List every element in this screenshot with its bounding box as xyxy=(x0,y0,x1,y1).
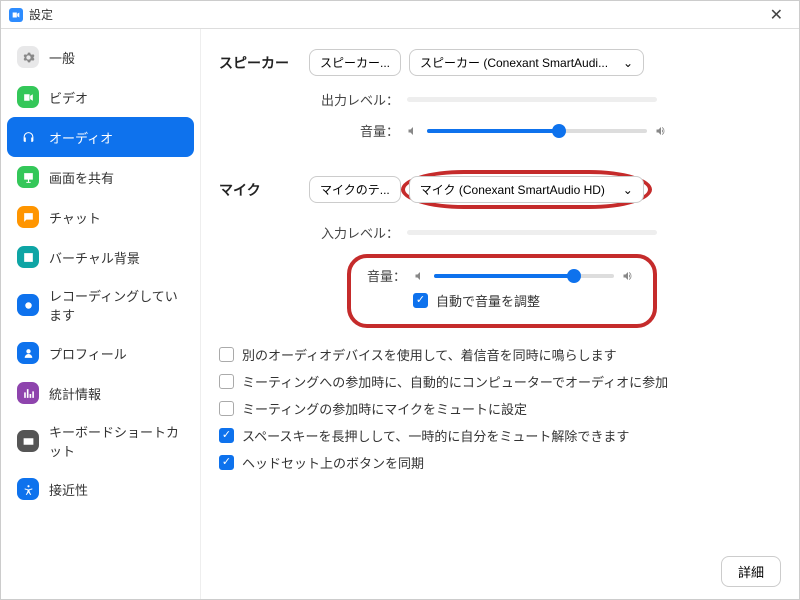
mic-volume-highlight-box: 音量： 自動で音量を調整 xyxy=(347,254,657,328)
volume-low-icon xyxy=(414,270,426,282)
chevron-down-icon: ⌄ xyxy=(623,56,633,70)
option-row-1: ミーティングへの参加時に、自動的にコンピューターでオーディオに参加 xyxy=(219,372,781,391)
virtual-bg-icon xyxy=(17,246,39,268)
headphones-icon xyxy=(17,126,39,148)
sidebar-item-label: 一般 xyxy=(49,48,75,67)
record-icon xyxy=(17,294,39,316)
sidebar-item-label: プロフィール xyxy=(49,344,127,363)
option-row-2: ミーティングの参加時にマイクをミュートに設定 xyxy=(219,399,781,418)
accessibility-icon xyxy=(17,478,39,500)
share-icon xyxy=(17,166,39,188)
input-level-meter xyxy=(407,230,657,235)
input-level-label: 入力レベル： xyxy=(309,223,399,242)
sidebar-item-1[interactable]: ビデオ xyxy=(7,77,194,117)
test-mic-button[interactable]: マイクのテ... xyxy=(309,176,401,203)
option-checkbox-4[interactable] xyxy=(219,455,234,470)
volume-high-icon xyxy=(622,270,634,282)
sidebar-item-5[interactable]: バーチャル背景 xyxy=(7,237,194,277)
sidebar-item-label: キーボードショートカット xyxy=(49,422,184,460)
sidebar-item-label: 統計情報 xyxy=(49,384,101,403)
mic-section-label: マイク xyxy=(219,180,309,200)
sidebar-item-0[interactable]: 一般 xyxy=(7,37,194,77)
window-title: 設定 xyxy=(29,6,53,23)
sidebar-item-2[interactable]: オーディオ xyxy=(7,117,194,157)
option-checkbox-2[interactable] xyxy=(219,401,234,416)
mic-device-selected: マイク (Conexant SmartAudio HD) xyxy=(420,181,617,198)
option-label: スペースキーを長押しして、一時的に自分をミュート解除できます xyxy=(242,426,629,445)
sidebar-item-label: レコーディングしています xyxy=(49,286,184,324)
advanced-button[interactable]: 詳細 xyxy=(721,556,781,587)
sidebar-item-label: ビデオ xyxy=(49,88,88,107)
speaker-volume-label: 音量： xyxy=(309,121,399,140)
option-label: ミーティングへの参加時に、自動的にコンピューターでオーディオに参加 xyxy=(242,372,668,391)
audio-settings-panel: スピーカー スピーカー... スピーカー (Conexant SmartAudi… xyxy=(201,29,799,599)
option-checkbox-1[interactable] xyxy=(219,374,234,389)
close-button[interactable]: ✕ xyxy=(762,3,791,27)
speaker-volume-slider[interactable] xyxy=(427,124,647,138)
option-label: ヘッドセット上のボタンを同期 xyxy=(242,453,424,472)
sidebar-item-9[interactable]: キーボードショートカット xyxy=(7,413,194,469)
option-row-0: 別のオーディオデバイスを使用して、着信音を同時に鳴らします xyxy=(219,345,781,364)
option-checkbox-3[interactable] xyxy=(219,428,234,443)
gear-icon xyxy=(17,46,39,68)
sidebar-item-3[interactable]: 画面を共有 xyxy=(7,157,194,197)
sidebar-item-label: チャット xyxy=(49,208,101,227)
app-icon xyxy=(9,8,23,22)
option-label: 別のオーディオデバイスを使用して、着信音を同時に鳴らします xyxy=(242,345,617,364)
sidebar-item-4[interactable]: チャット xyxy=(7,197,194,237)
mic-volume-label: 音量： xyxy=(367,266,406,285)
sidebar: 一般ビデオオーディオ画面を共有チャットバーチャル背景レコーディングしていますプロ… xyxy=(1,29,201,599)
option-checkbox-0[interactable] xyxy=(219,347,234,362)
option-label: ミーティングの参加時にマイクをミュートに設定 xyxy=(242,399,527,418)
keyboard-icon xyxy=(17,430,39,452)
sidebar-item-label: 接近性 xyxy=(49,480,88,499)
option-row-3: スペースキーを長押しして、一時的に自分をミュート解除できます xyxy=(219,426,781,445)
volume-low-icon xyxy=(407,125,419,137)
sidebar-item-8[interactable]: 統計情報 xyxy=(7,373,194,413)
volume-high-icon xyxy=(655,125,667,137)
sidebar-item-7[interactable]: プロフィール xyxy=(7,333,194,373)
mic-volume-slider[interactable] xyxy=(434,269,614,283)
sidebar-item-label: バーチャル背景 xyxy=(49,248,140,267)
sidebar-item-6[interactable]: レコーディングしています xyxy=(7,277,194,333)
auto-adjust-volume-label: 自動で音量を調整 xyxy=(436,291,540,310)
mic-device-dropdown[interactable]: マイク (Conexant SmartAudio HD) ⌄ xyxy=(409,176,644,203)
sidebar-item-label: 画面を共有 xyxy=(49,168,114,187)
speaker-section-label: スピーカー xyxy=(219,53,309,73)
speaker-device-dropdown[interactable]: スピーカー (Conexant SmartAudi... ⌄ xyxy=(409,49,644,76)
stats-icon xyxy=(17,382,39,404)
sidebar-item-label: オーディオ xyxy=(49,128,113,147)
test-speaker-button[interactable]: スピーカー... xyxy=(309,49,401,76)
mic-dropdown-highlight: マイク (Conexant SmartAudio HD) ⌄ xyxy=(401,170,652,209)
chat-icon xyxy=(17,206,39,228)
output-level-label: 出力レベル： xyxy=(309,90,399,109)
chevron-down-icon: ⌄ xyxy=(623,183,633,197)
profile-icon xyxy=(17,342,39,364)
speaker-device-selected: スピーカー (Conexant SmartAudi... xyxy=(420,54,617,71)
video-icon xyxy=(17,86,39,108)
option-row-4: ヘッドセット上のボタンを同期 xyxy=(219,453,781,472)
sidebar-item-10[interactable]: 接近性 xyxy=(7,469,194,509)
auto-adjust-volume-checkbox[interactable] xyxy=(413,293,428,308)
output-level-meter xyxy=(407,97,657,102)
